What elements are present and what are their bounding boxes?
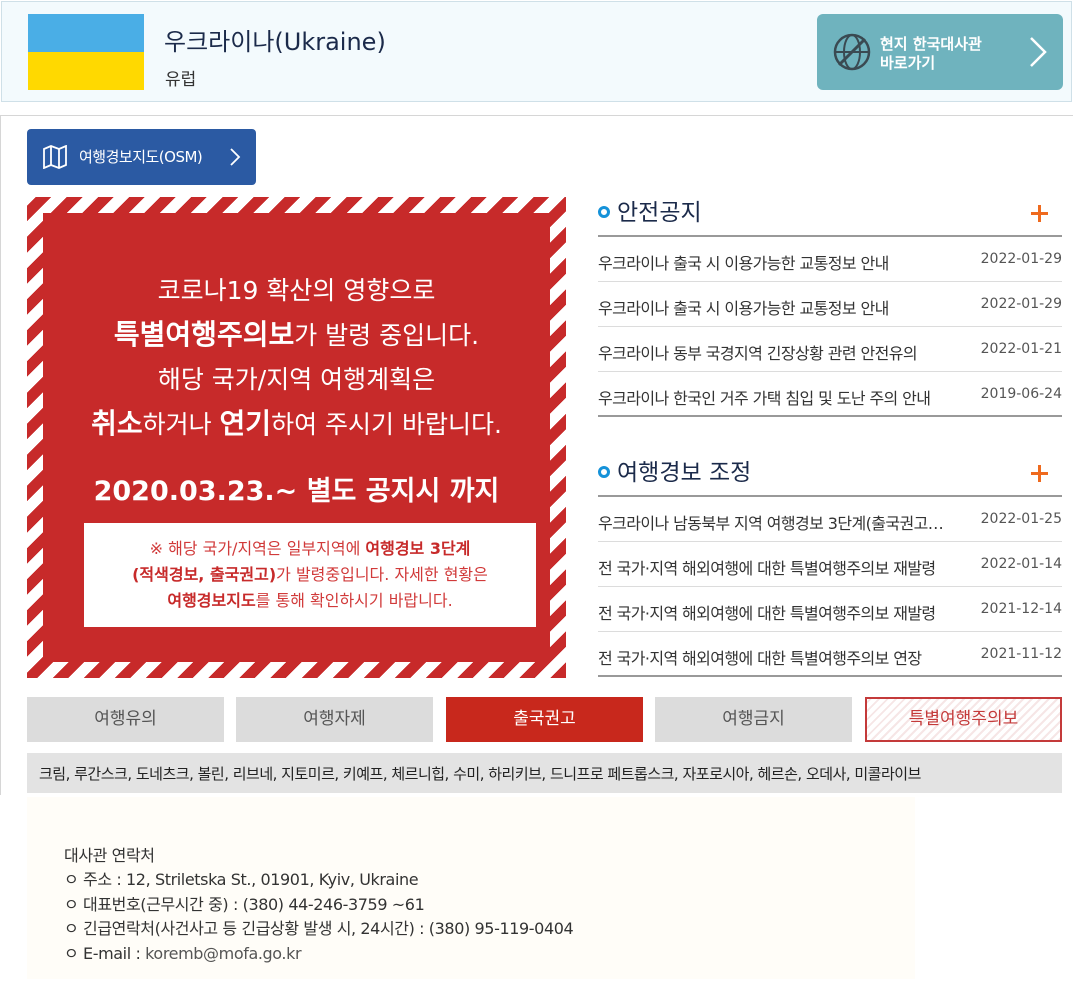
travel-alert-map-button[interactable]: 여행경보지도(OSM) bbox=[27, 129, 256, 185]
map-icon bbox=[43, 145, 67, 169]
flag-top-stripe bbox=[28, 14, 144, 52]
section-divider bbox=[0, 115, 1073, 116]
ukraine-flag-icon bbox=[28, 14, 144, 90]
level-departure-advised[interactable]: 출국권고 bbox=[446, 697, 643, 742]
safety-notice-list: 우크라이나 출국 시 이용가능한 교통정보 안내 2022-01-29 우크라이나… bbox=[598, 235, 1062, 417]
banner-content: 코로나19 확산의 영향으로 특별여행주의보가 발령 중입니다. 해당 국가/지… bbox=[43, 213, 550, 662]
level-special-advisory[interactable]: 특별여행주의보 bbox=[865, 697, 1062, 742]
list-item[interactable]: 우크라이나 한국인 거주 가택 침입 및 도난 주의 안내 2019-06-24 bbox=[598, 372, 1062, 417]
level-caution[interactable]: 여행유의 bbox=[27, 697, 224, 742]
region-name: 유럽 bbox=[165, 70, 197, 90]
embassy-contact: 대사관 연락처 ㅇ 주소 : 12, Striletska St., 01901… bbox=[27, 797, 915, 979]
safety-notice-title: 안전공지 bbox=[598, 193, 702, 227]
globe-icon bbox=[833, 33, 871, 71]
embassy-link-label: 현지 한국대사관 바로가기 bbox=[880, 35, 982, 72]
level-travel-ban[interactable]: 여행금지 bbox=[655, 697, 852, 742]
contact-heading: 대사관 연락처 bbox=[64, 846, 155, 865]
list-item[interactable]: 전 국가·지역 해외여행에 대한 특별여행주의보 재발령 2022-01-14 bbox=[598, 542, 1062, 587]
list-item[interactable]: 전 국가·지역 해외여행에 대한 특별여행주의보 재발령 2021-12-14 bbox=[598, 587, 1062, 632]
flag-bottom-stripe bbox=[28, 52, 144, 90]
level-restraint[interactable]: 여행자제 bbox=[236, 697, 433, 742]
contact-email-row: ㅇ E-mail : koremb@mofa.go.kr bbox=[64, 944, 302, 963]
chevron-right-icon bbox=[1030, 37, 1047, 67]
contact-phone: ㅇ 대표번호(근무시간 중) : (380) 44-246-3759 ~61 bbox=[64, 895, 425, 914]
safety-notice-more-plus-icon[interactable] bbox=[1029, 203, 1051, 225]
banner-date: 2020.03.23.~ 별도 공지시 까지 bbox=[93, 476, 500, 507]
list-item[interactable]: 우크라이나 출국 시 이용가능한 교통정보 안내 2022-01-29 bbox=[598, 237, 1062, 282]
country-header: 우크라이나(Ukraine) 유럽 현지 한국대사관 바로가기 bbox=[1, 1, 1072, 102]
alert-adjustment-title: 여행경보 조정 bbox=[598, 453, 751, 487]
alert-adjustment-more-plus-icon[interactable] bbox=[1029, 463, 1051, 485]
banner-info-box: ※ 해당 국가/지역은 일부지역에 여행경보 3단계 (적색경보, 출국권고)가… bbox=[84, 523, 536, 627]
bullet-circle-icon bbox=[598, 205, 610, 218]
banner-message: 코로나19 확산의 영향으로 특별여행주의보가 발령 중입니다. 해당 국가/지… bbox=[91, 276, 502, 440]
contact-address: ㅇ 주소 : 12, Striletska St., 01901, Kyiv, … bbox=[64, 870, 419, 889]
bullet-circle-icon bbox=[598, 465, 610, 478]
contact-emergency: ㅇ 긴급연락처(사건사고 등 긴급상황 발생 시, 24시간) : (380) … bbox=[64, 919, 574, 938]
list-item[interactable]: 우크라이나 동부 국경지역 긴장상황 관련 안전유의 2022-01-21 bbox=[598, 327, 1062, 372]
list-item[interactable]: 우크라이나 남동북부 지역 여행경보 3단계(출국권고) 발령 2022-01-2… bbox=[598, 497, 1062, 542]
embassy-link-button[interactable]: 현지 한국대사관 바로가기 bbox=[817, 14, 1063, 90]
list-item[interactable]: 우크라이나 출국 시 이용가능한 교통정보 안내 2022-01-29 bbox=[598, 282, 1062, 327]
country-name: 우크라이나(Ukraine) bbox=[164, 28, 386, 56]
special-advisory-banner: 코로나19 확산의 영향으로 특별여행주의보가 발령 중입니다. 해당 국가/지… bbox=[27, 197, 566, 678]
alert-level-bar: 여행유의 여행자제 출국권고 여행금지 특별여행주의보 bbox=[27, 697, 1062, 742]
alert-adjustment-list: 우크라이나 남동북부 지역 여행경보 3단계(출국권고) 발령 2022-01-2… bbox=[598, 495, 1062, 677]
chevron-right-icon bbox=[230, 148, 241, 166]
list-item[interactable]: 전 국가·지역 해외여행에 대한 특별여행주의보 연장 2021-11-12 bbox=[598, 632, 1062, 677]
affected-regions: 크림, 루간스크, 도네츠크, 볼린, 리브네, 지토미르, 키예프, 체르니힙… bbox=[27, 753, 1062, 793]
travel-alert-map-label: 여행경보지도(OSM) bbox=[79, 148, 203, 166]
content-border bbox=[0, 115, 1, 795]
email-link[interactable]: koremb@mofa.go.kr bbox=[145, 944, 301, 963]
